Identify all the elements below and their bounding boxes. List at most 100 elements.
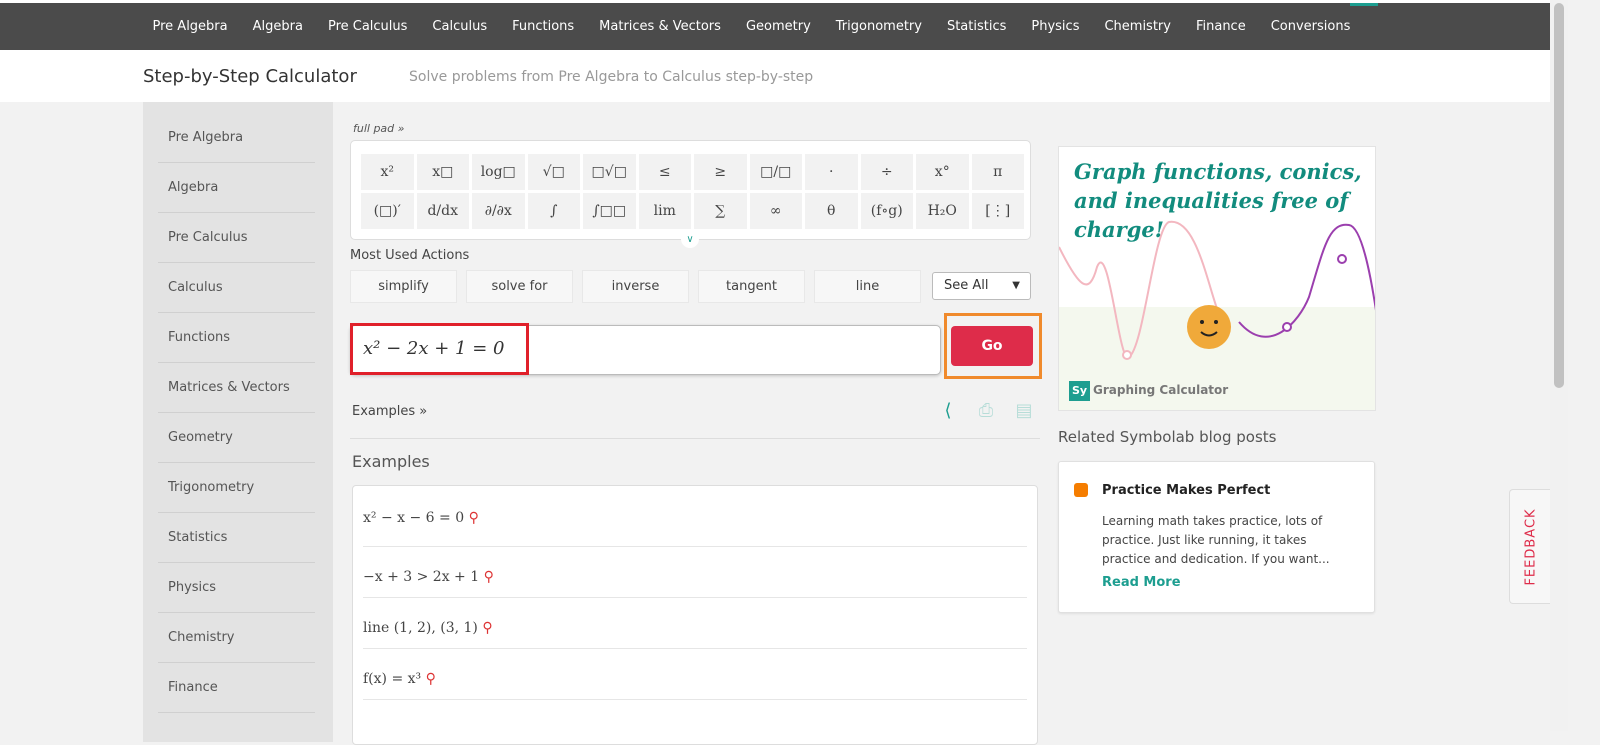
action-button[interactable]: simplify [350, 270, 457, 303]
nav-item[interactable]: Pre Algebra [140, 19, 240, 34]
nav-item[interactable]: Statistics [934, 19, 1018, 34]
see-all-dropdown[interactable]: See All ▼ [932, 272, 1031, 300]
nav-item[interactable]: Geometry [733, 19, 823, 34]
action-button[interactable]: solve for [466, 270, 573, 303]
blog-post-excerpt: Learning math takes practice, lots of pr… [1102, 514, 1330, 566]
caret-down-icon: ▼ [1012, 280, 1020, 291]
action-button[interactable]: line [814, 270, 921, 303]
keypad-key[interactable]: · [805, 154, 858, 190]
top-nav: Pre Algebra Algebra Pre Calculus Calculus Fu… [0, 0, 1568, 50]
ad-headline: Graph functions, conics, and inequalitie… [1074, 159, 1362, 242]
keypad-key[interactable]: √□ [527, 154, 580, 190]
symbolab-logo: Sy [1069, 381, 1090, 401]
header: Step-by-Step Calculator Solve problems f… [0, 50, 1550, 102]
read-more-link[interactable]: Read More [1102, 575, 1181, 590]
sidebar-item[interactable]: Matrices & Vectors [158, 363, 315, 413]
keypad-key[interactable]: x° [916, 154, 969, 190]
ad-brand: Graphing Calculator [1093, 383, 1229, 397]
example-expression: −x + 3 > 2x + 1 [363, 569, 480, 585]
nav-item[interactable]: Finance [1183, 19, 1258, 34]
keypad-key[interactable]: θ [805, 193, 858, 229]
keypad-key[interactable]: ∫ [527, 193, 580, 229]
pdf-icon[interactable]: ▤ [1012, 400, 1036, 424]
see-all-label: See All [944, 278, 989, 293]
input-highlight [350, 323, 529, 375]
blogger-icon [1074, 483, 1088, 497]
keypad-key[interactable]: x² [361, 154, 414, 190]
blog-post-title[interactable]: Practice Makes Perfect [1102, 483, 1270, 498]
search-icon[interactable]: ⚲ [464, 510, 479, 526]
action-button[interactable]: tangent [698, 270, 805, 303]
sidebar-item[interactable]: Calculus [158, 263, 315, 313]
blog-post-card: Practice Makes Perfect Learning math tak… [1058, 461, 1375, 613]
example-row[interactable]: f(x) = x³ ⚲ [363, 649, 1027, 700]
nav-item[interactable]: Pre Calculus [315, 19, 419, 34]
sidebar-item[interactable]: Chemistry [158, 613, 315, 663]
go-button[interactable]: Go [951, 326, 1033, 366]
examples-list: x² − x − 6 = 0 ⚲ −x + 3 > 2x + 1 ⚲ line (1… [352, 485, 1038, 745]
keypad-key[interactable]: [⋮] [971, 193, 1024, 229]
sidebar-item[interactable]: Finance [158, 663, 315, 713]
example-row[interactable]: −x + 3 > 2x + 1 ⚲ [363, 547, 1027, 598]
sidebar-item[interactable]: Functions [158, 313, 315, 363]
sidebar-item[interactable]: Statistics [158, 513, 315, 563]
keypad-key[interactable]: □/□ [749, 154, 802, 190]
nav-item[interactable]: Chemistry [1092, 19, 1184, 34]
example-expression: f(x) = x³ [363, 671, 422, 687]
examples-link[interactable]: Examples » [352, 404, 427, 419]
keypad-key[interactable]: lim [638, 193, 691, 229]
keypad-key[interactable]: (□)′ [361, 193, 414, 229]
example-expression: line (1, 2), (3, 1) [363, 620, 478, 636]
full-pad-link[interactable]: full pad » [353, 122, 404, 135]
keypad-key[interactable]: ≥ [694, 154, 747, 190]
keypad-key[interactable]: ≤ [638, 154, 691, 190]
share-icon[interactable]: ⟨ [936, 400, 960, 424]
nav-item[interactable]: Matrices & Vectors [587, 19, 734, 34]
page-subtitle: Solve problems from Pre Algebra to Calcu… [409, 69, 814, 85]
nav-item[interactable]: Physics [1019, 19, 1092, 34]
divider [350, 438, 1040, 439]
keypad-key[interactable]: □√□ [583, 154, 636, 190]
nav-item[interactable]: Trigonometry [823, 19, 934, 34]
search-icon[interactable]: ⚲ [479, 569, 494, 585]
example-expression: x² − x − 6 = 0 [363, 510, 465, 526]
sidebar-item[interactable]: Physics [158, 563, 315, 613]
nav-item[interactable]: Algebra [240, 19, 315, 34]
keypad-key[interactable]: ∂/∂x [472, 193, 525, 229]
nav-item[interactable]: Calculus [420, 19, 500, 34]
sidebar-item[interactable]: Pre Algebra [158, 113, 315, 163]
nav-item[interactable]: Conversions [1258, 19, 1363, 34]
graphing-calculator-ad[interactable]: Graph functions, conics, and inequalitie… [1058, 146, 1376, 411]
examples-heading: Examples [352, 452, 430, 471]
feedback-tab[interactable]: FEEDBACK [1509, 489, 1551, 604]
related-posts-title: Related Symbolab blog posts [1058, 428, 1277, 446]
example-row[interactable]: x² − x − 6 = 0 ⚲ [363, 486, 1027, 547]
keypad-key[interactable]: π [971, 154, 1024, 190]
keypad-key[interactable]: H₂O [916, 193, 969, 229]
sidebar-item[interactable]: Trigonometry [158, 463, 315, 513]
most-used-actions-title: Most Used Actions [350, 248, 470, 263]
keypad-key[interactable]: d/dx [416, 193, 469, 229]
feedback-label: FEEDBACK [1523, 507, 1538, 586]
keypad-key[interactable]: ∞ [749, 193, 802, 229]
scrollbar-thumb[interactable] [1554, 3, 1564, 388]
sidebar: Pre Algebra Algebra Pre Calculus Calculus Fu… [143, 102, 333, 742]
search-icon[interactable]: ⚲ [421, 671, 436, 687]
print-icon[interactable]: ⎙ [974, 400, 998, 424]
keypad-key[interactable]: ∑ [694, 193, 747, 229]
example-row[interactable]: line (1, 2), (3, 1) ⚲ [363, 598, 1027, 649]
sidebar-item[interactable]: Geometry [158, 413, 315, 463]
chevron-down-icon[interactable]: ∨ [681, 234, 699, 248]
sidebar-item[interactable]: Pre Calculus [158, 213, 315, 263]
sidebar-item[interactable]: Algebra [158, 163, 315, 213]
action-button[interactable]: inverse [582, 270, 689, 303]
search-icon[interactable]: ⚲ [478, 620, 492, 636]
nav-item[interactable]: Functions [500, 19, 587, 34]
keypad-key[interactable]: x□ [416, 154, 469, 190]
keypad-key[interactable]: log□ [472, 154, 525, 190]
math-keypad: x² x□ log□ √□ □√□ ≤ ≥ □/□ · ÷ x° π (□)′ d/dx ∂/∂x ∫ ∫□□ l… [350, 140, 1031, 248]
keypad-key[interactable]: ÷ [860, 154, 913, 190]
page-title: Step-by-Step Calculator [143, 66, 357, 87]
keypad-key[interactable]: ∫□□ [583, 193, 636, 229]
keypad-key[interactable]: (f∘g) [860, 193, 913, 229]
